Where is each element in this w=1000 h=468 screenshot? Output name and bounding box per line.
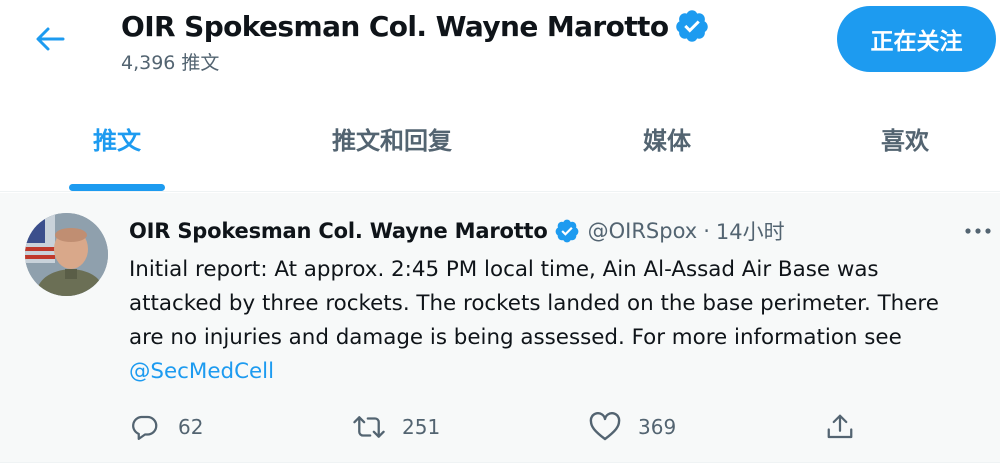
tweet-timestamp[interactable]: 14小时 bbox=[716, 216, 785, 246]
author-name[interactable]: OIR Spokesman Col. Wayne Marotto bbox=[129, 219, 548, 243]
verified-badge-icon bbox=[674, 8, 710, 44]
avatar[interactable] bbox=[25, 213, 108, 296]
separator-dot: · bbox=[703, 219, 710, 243]
share-icon bbox=[823, 410, 857, 444]
like-count: 369 bbox=[638, 415, 677, 439]
tweet-text: Initial report: At approx. 2:45 PM local… bbox=[129, 253, 989, 389]
reply-icon bbox=[128, 410, 162, 444]
tweet-count: 4,396 推文 bbox=[121, 52, 220, 74]
tweet-header: OIR Spokesman Col. Wayne Marotto @OIRSpo… bbox=[129, 216, 785, 246]
tweet-text-line: are no injuries and damage is being asse… bbox=[129, 325, 902, 350]
tweet-text-line: attacked by three rockets. The rockets l… bbox=[129, 291, 939, 316]
like-button[interactable]: 369 bbox=[588, 403, 676, 451]
following-button[interactable]: 正在关注 bbox=[837, 6, 996, 72]
profile-header: OIR Spokesman Col. Wayne Marotto 4,396 推… bbox=[0, 0, 1000, 84]
retweet-icon bbox=[352, 410, 386, 444]
like-icon bbox=[588, 410, 622, 444]
reply-count: 62 bbox=[178, 415, 204, 439]
retweet-button[interactable]: 251 bbox=[352, 403, 440, 451]
more-icon bbox=[965, 228, 991, 234]
tweet-actions: 62 251 369 bbox=[0, 403, 1000, 451]
more-button[interactable] bbox=[958, 216, 998, 246]
header-title-block: OIR Spokesman Col. Wayne Marotto 4,396 推… bbox=[121, 6, 710, 75]
retweet-count: 251 bbox=[402, 415, 441, 439]
tweet-card[interactable]: OIR Spokesman Col. Wayne Marotto @OIRSpo… bbox=[0, 193, 1000, 463]
author-handle[interactable]: @OIRSpox bbox=[588, 219, 698, 243]
active-tab-indicator bbox=[69, 184, 165, 191]
back-arrow-icon bbox=[36, 27, 65, 51]
back-button[interactable] bbox=[22, 14, 78, 64]
tweet-text-line: Initial report: At approx. 2:45 PM local… bbox=[129, 257, 879, 282]
tab-likes[interactable]: 喜欢 bbox=[855, 84, 955, 192]
reply-button[interactable]: 62 bbox=[128, 403, 203, 451]
page-title: OIR Spokesman Col. Wayne Marotto bbox=[121, 9, 669, 43]
tab-tweets[interactable]: 推文 bbox=[69, 84, 165, 192]
share-button[interactable] bbox=[823, 403, 857, 451]
tab-media[interactable]: 媒体 bbox=[617, 84, 717, 192]
verified-badge-icon bbox=[554, 218, 580, 244]
tab-tweets-and-replies[interactable]: 推文和回复 bbox=[312, 84, 472, 192]
profile-tabs: 推文 推文和回复 媒体 喜欢 bbox=[0, 84, 1000, 192]
mention-link[interactable]: @SecMedCell bbox=[129, 359, 274, 384]
